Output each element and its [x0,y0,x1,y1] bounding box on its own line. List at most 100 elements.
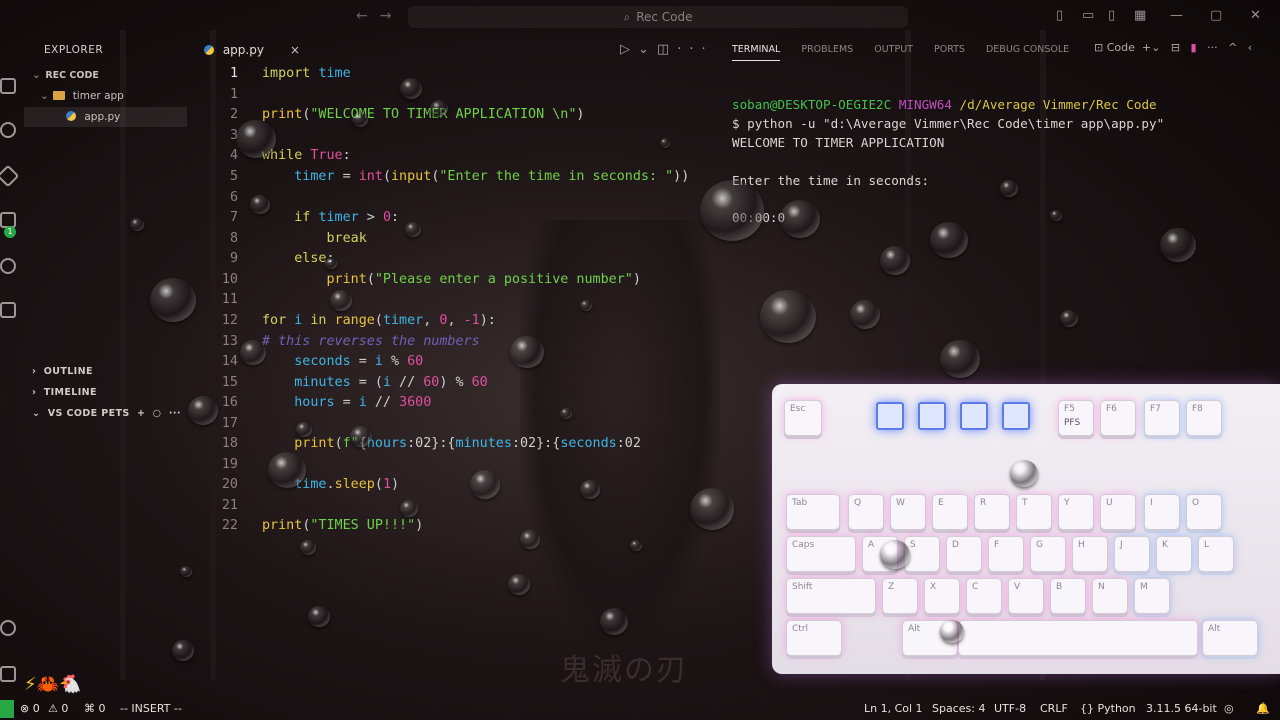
keyboard-key: R [974,494,1010,530]
water-drop-overlay [300,540,316,555]
folder-label: timer app [72,90,124,102]
split-terminal-icon[interactable]: ⊟ [1167,41,1183,54]
maximize-button[interactable]: ▢ [1210,8,1222,23]
root-folder-label: REC CODE [45,70,99,81]
file-label: app.py [84,111,121,123]
run-debug-icon[interactable] [0,164,20,188]
code-line: else: [294,251,334,266]
tab-terminal[interactable]: TERMINAL [732,44,781,61]
keyboard-key: F7 [1144,400,1180,436]
keyboard-key: C [966,578,1002,614]
explorer-folder-timer-app[interactable]: ⌄ timer app [40,86,124,106]
tab-debug-console[interactable]: DEBUG CONSOLE [986,44,1069,55]
tab-output[interactable]: OUTPUT [874,44,913,55]
code-line: timer = int(input("Enter the time in sec… [294,169,690,184]
close-tab-icon[interactable]: × [290,36,300,64]
vscode-pets-label: VS CODE PETS [47,408,130,419]
water-drop-overlay [880,540,910,569]
settings-gear-icon[interactable] [0,666,16,682]
remote-indicator[interactable] [0,700,14,718]
line-endings[interactable]: CRLF [1040,702,1068,715]
more-icon[interactable]: ··· [1204,41,1221,54]
keyboard-key: Alt [1202,620,1258,656]
more-actions-icon[interactable]: ··· [677,42,713,57]
terminal-prompt: soban@DESKTOP-OEGIE2C MINGW64 /d/Average… [732,97,1157,112]
code-line: seconds = i % 60 [294,354,424,369]
notifications-icon[interactable]: 🔔 [1256,702,1270,715]
split-editor-icon[interactable]: ◫ [657,42,677,57]
tab-ports[interactable]: PORTS [934,44,965,55]
keyboard-key: B [1050,578,1086,614]
source-control-icon[interactable] [0,258,16,274]
nav-arrows[interactable]: ←→ [356,8,403,24]
explorer-file-app-py[interactable]: app.py [24,107,187,127]
line-number: 6 [229,190,238,205]
keyboard-key: F6 [1100,400,1136,436]
keyboard-key: Caps [786,536,856,572]
command-center-search[interactable]: ⌕ Rec Code [408,6,908,28]
cursor-position[interactable]: Ln 1, Col 1 [864,702,923,715]
testing-icon[interactable] [0,302,16,318]
keyboard-key: U [1100,494,1136,530]
keyboard-key: L [1198,536,1234,572]
keyboard-key: W [890,494,926,530]
water-drop-overlay [508,574,530,595]
run-python-file-icon[interactable]: ▷⌄ [620,42,657,57]
chevron-down-icon: ⌄ [40,90,49,102]
water-drop-overlay [880,246,910,275]
encoding[interactable]: UTF-8 [994,702,1026,715]
vscode-pets-section[interactable]: ⌄ VS CODE PETS + ○ ··· [32,408,181,419]
explorer-icon[interactable] [0,78,16,94]
explorer-root-folder[interactable]: ⌄ REC CODE [32,65,99,85]
water-drop-overlay [400,78,422,99]
collapse-panel-icon[interactable]: ^ [1225,41,1241,54]
keyboard-key: J [1114,536,1150,572]
line-number: 18 [221,436,238,451]
mechanical-switch [960,402,988,430]
toggle-panel-icon[interactable]: ▭ [1082,8,1094,23]
keyboard-key: Esc [784,400,822,436]
water-drop-overlay [180,566,192,577]
line-number: 10 [221,272,238,287]
editor-tab-bar: app.py × ▷⌄◫··· [188,36,712,64]
python-interpreter[interactable]: 3.11.5 64-bit [1146,702,1217,715]
tab-label: app.py [222,43,264,57]
minimize-button[interactable]: — [1170,8,1183,23]
code-line: print(f"{hours:02}:{minutes:02}:{seconds… [294,436,641,451]
water-drop-overlay [188,396,218,425]
title-bar: ←→ ⌕ Rec Code ▯ ▭ ▯ ▦ — ▢ ✕ [0,0,1280,34]
water-drop-overlay [352,112,368,127]
line-number: 3 [229,128,238,143]
copilot-icon[interactable]: ◎ [1224,702,1234,715]
water-drop-overlay [470,470,500,499]
code-line: if timer > 0: [294,210,400,225]
outline-section[interactable]: › OUTLINE [32,366,93,377]
warnings-icon[interactable]: ⚠ 0 [48,702,68,715]
search-icon[interactable] [0,122,16,138]
toggle-secondary-sidebar-icon[interactable]: ▯ [1108,8,1115,23]
timeline-section[interactable]: › TIMELINE [32,387,97,398]
language-mode[interactable]: {} Python [1080,702,1136,715]
water-drop-overlay [430,100,448,117]
ports-icon[interactable]: ⌘ 0 [84,702,106,715]
terminal-shell-label[interactable]: Code [1107,41,1135,54]
prompt-user: soban@DESKTOP-OEGIE2C [732,97,892,112]
water-drop-overlay [850,300,880,329]
close-panel-icon[interactable]: ‹ [1244,41,1252,54]
keyboard-key: G [1030,536,1066,572]
water-drop-overlay [560,408,572,419]
indentation[interactable]: Spaces: 4 [932,702,985,715]
toggle-sidebar-icon[interactable]: ▯ [1056,8,1063,23]
errors-icon[interactable]: ⊗ 0 [20,702,40,715]
customize-layout-icon[interactable]: ▦ [1134,8,1146,23]
new-terminal-icon[interactable]: +⌄ [1138,41,1163,54]
water-drop-overlay [520,530,540,549]
tab-app-py[interactable]: app.py × [194,36,302,64]
kill-terminal-icon[interactable]: ▮ [1187,41,1200,54]
water-drop-overlay [130,218,144,231]
keyboard-key: N [1092,578,1128,614]
water-drop-overlay [296,422,312,437]
tab-problems[interactable]: PROBLEMS [801,44,853,55]
close-window-button[interactable]: ✕ [1250,8,1261,23]
account-icon[interactable] [0,620,16,636]
